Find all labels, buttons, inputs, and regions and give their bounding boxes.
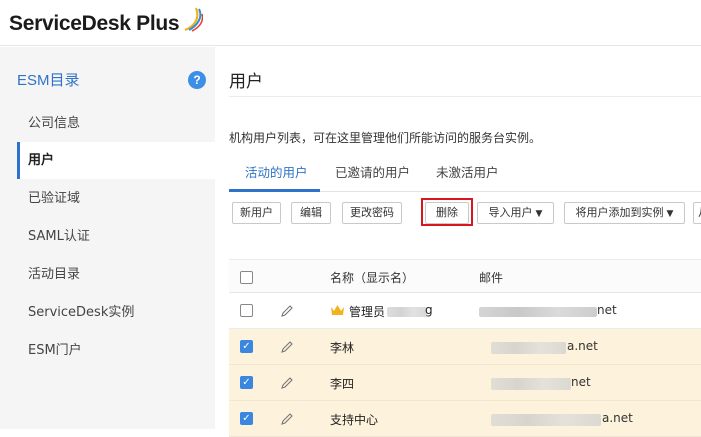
user-email-suffix: a.net: [567, 339, 598, 353]
row-checkbox[interactable]: [240, 304, 253, 317]
main-content: 用户 机构用户列表，可在这里管理他们所能访问的服务台实例。 活动的用户 已邀请的…: [215, 47, 701, 437]
chevron-down-icon: ▼: [666, 209, 674, 219]
edit-pencil-icon[interactable]: [280, 340, 294, 354]
column-header-name[interactable]: 名称（显示名）: [330, 269, 414, 286]
edit-pencil-icon[interactable]: [280, 412, 294, 426]
email-redaction: [491, 342, 566, 354]
toolbar: 新用户 编辑 更改密码 删除 导入用户▼ 将用户添加到实例▼ 从: [229, 198, 701, 226]
sidebar-item-servicedesk-instances[interactable]: ServiceDesk实例: [17, 294, 215, 331]
table-row[interactable]: 管理员 g net: [229, 293, 701, 329]
sidebar-item-active-directory[interactable]: 活动目录: [17, 256, 215, 293]
user-name-tail: g: [425, 303, 433, 317]
user-name: 管理员: [349, 305, 386, 319]
sidebar-item-esm-portal[interactable]: ESM门户: [17, 332, 215, 369]
tab-invited-users[interactable]: 已邀请的用户: [335, 162, 410, 181]
user-name: 支持中心: [330, 413, 379, 427]
more-button[interactable]: 从: [693, 202, 701, 224]
tab-active-users[interactable]: 活动的用户: [245, 162, 308, 181]
admin-crown-icon: [331, 305, 344, 315]
name-redaction: [387, 307, 427, 317]
import-users-button[interactable]: 导入用户 ▼: [477, 202, 554, 224]
select-all-checkbox[interactable]: [240, 271, 253, 284]
email-redaction: [479, 307, 597, 317]
table-header: 名称（显示名） 邮件: [229, 259, 701, 293]
edit-pencil-icon[interactable]: [280, 376, 294, 390]
row-checkbox[interactable]: ✓: [240, 376, 253, 389]
user-tabs: 活动的用户 已邀请的用户 未激活用户: [229, 155, 701, 192]
sidebar: ESM目录 ? 公司信息 用户 已验证域 SAML认证 活动目录 Service…: [0, 47, 215, 429]
sidebar-item-saml[interactable]: SAML认证: [17, 218, 215, 255]
new-user-button[interactable]: 新用户: [232, 202, 281, 224]
change-password-button[interactable]: 更改密码: [342, 202, 402, 224]
page-title: 用户: [229, 72, 263, 92]
sidebar-item-verified-domains[interactable]: 已验证域: [17, 180, 215, 217]
user-email-suffix: net: [571, 375, 591, 389]
logo-swoosh-icon: [184, 7, 203, 32]
row-checkbox[interactable]: ✓: [240, 412, 253, 425]
edit-button[interactable]: 编辑: [291, 202, 331, 224]
column-header-email[interactable]: 邮件: [479, 269, 503, 286]
title-divider: [229, 96, 701, 97]
help-icon[interactable]: ?: [188, 71, 206, 89]
user-email-suffix: net: [597, 303, 617, 317]
user-email-suffix: a.net: [602, 411, 633, 425]
table-row[interactable]: ✓ 李林 a.net: [229, 329, 701, 365]
email-redaction: [491, 414, 601, 426]
table-row[interactable]: ✓ 李四 net: [229, 365, 701, 401]
chevron-down-icon: ▼: [535, 209, 543, 219]
active-tab-indicator: [229, 189, 320, 192]
tab-inactive-users[interactable]: 未激活用户: [436, 162, 499, 181]
row-checkbox[interactable]: ✓: [240, 340, 253, 353]
sidebar-item-company-info[interactable]: 公司信息: [17, 105, 215, 142]
user-name: 李林: [330, 341, 355, 355]
sidebar-item-users[interactable]: 用户: [17, 142, 215, 179]
logo-text: ServiceDesk Plus: [9, 12, 180, 35]
sidebar-heading: ESM目录: [17, 72, 80, 89]
top-bar: ServiceDesk Plus: [0, 0, 701, 46]
edit-pencil-icon[interactable]: [280, 304, 294, 318]
add-to-instance-button[interactable]: 将用户添加到实例 ▼: [564, 202, 685, 224]
page-description: 机构用户列表，可在这里管理他们所能访问的服务台实例。: [229, 131, 542, 145]
table-row[interactable]: ✓ 支持中心 a.net: [229, 401, 701, 437]
servicedesk-plus-logo[interactable]: ServiceDesk Plus: [9, 7, 203, 39]
email-redaction: [491, 378, 571, 390]
user-name: 李四: [330, 377, 355, 391]
add-to-instance-label: 将用户添加到实例: [575, 206, 664, 219]
delete-highlight-box: [421, 198, 473, 226]
import-users-label: 导入用户: [488, 206, 533, 219]
